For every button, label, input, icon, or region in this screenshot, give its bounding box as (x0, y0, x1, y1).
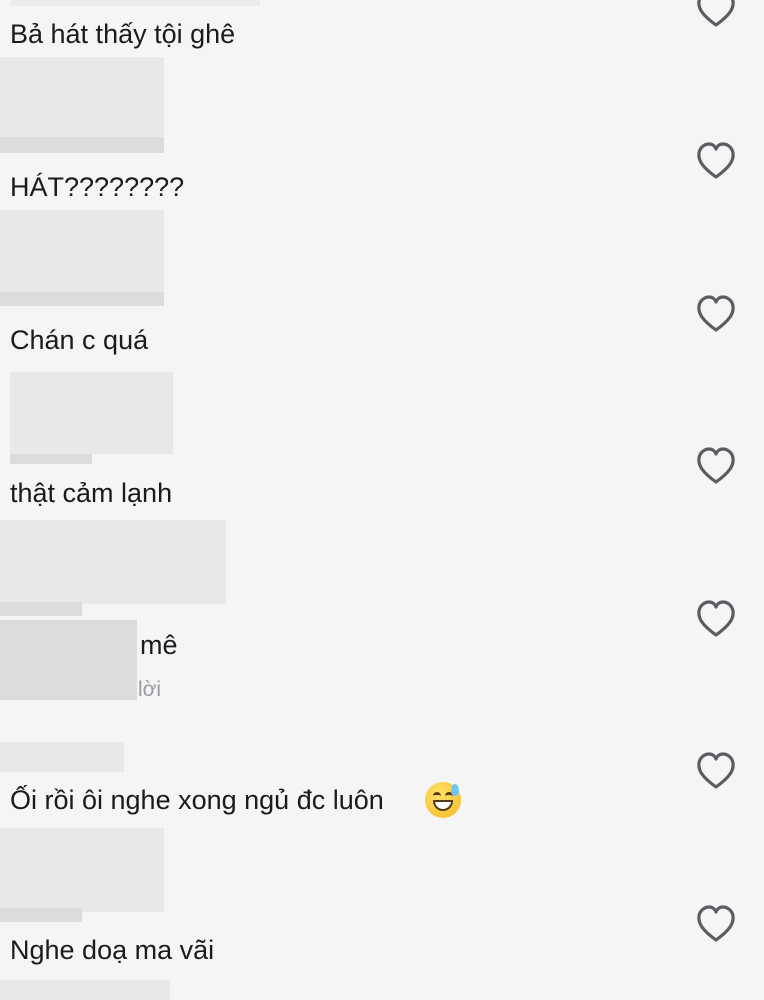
username-blur (0, 742, 124, 772)
grinning-face-with-sweat-icon (425, 782, 461, 818)
username-blur (0, 908, 82, 922)
username-blur (10, 454, 92, 464)
avatar-blur (0, 828, 164, 912)
reply-label[interactable]: lời (138, 678, 161, 702)
username-blur (0, 292, 164, 306)
comment-text: Chán c quá (10, 325, 149, 355)
username-blur (0, 602, 82, 616)
like-heart-icon[interactable] (696, 752, 736, 790)
comment-text: mê (140, 630, 178, 660)
avatar-blur (10, 372, 173, 454)
avatar-blur (0, 57, 164, 137)
avatar-blur (0, 520, 226, 604)
comment-text: Nghe doạ ma vãi (10, 935, 215, 965)
username-blur (0, 137, 164, 153)
like-heart-icon[interactable] (696, 600, 736, 638)
like-heart-icon[interactable] (696, 447, 736, 485)
comment-blur (0, 620, 137, 700)
comment-text: HÁT???????? (10, 172, 185, 202)
username-blur (10, 0, 260, 6)
like-heart-icon[interactable] (696, 295, 736, 333)
like-heart-icon[interactable] (696, 142, 736, 180)
comment-text: Ối rồi ôi nghe xong ngủ đc luôn (10, 785, 384, 815)
like-heart-icon[interactable] (696, 0, 736, 28)
avatar-blur (0, 210, 164, 294)
like-heart-icon[interactable] (696, 905, 736, 943)
comment-text: thật cảm lạnh (10, 478, 173, 508)
comment-text: Bả hát thấy tội ghê (10, 19, 236, 49)
avatar-blur (0, 980, 170, 1000)
